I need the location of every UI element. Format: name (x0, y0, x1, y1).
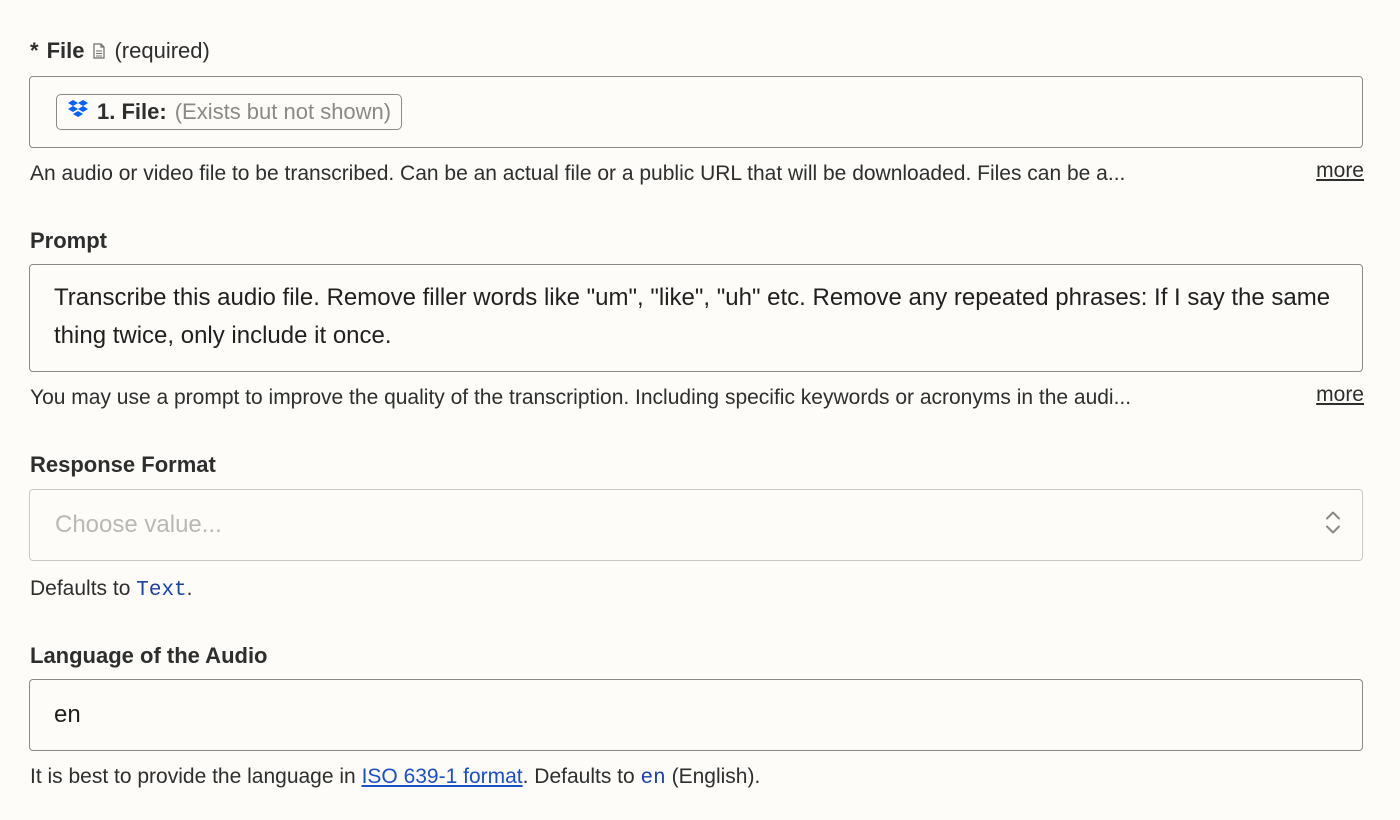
response-format-default-code: Text (136, 579, 187, 602)
language-help-mid: . Defaults to (522, 765, 641, 788)
language-help-prefix: It is best to provide the language in (30, 765, 362, 788)
language-label: Language of the Audio (30, 643, 268, 669)
language-label-text: Language of the Audio (30, 643, 268, 668)
language-help: It is best to provide the language in IS… (30, 765, 760, 790)
language-value: en (54, 701, 81, 728)
file-label: * File (required) (30, 38, 210, 64)
iso-639-1-link[interactable]: ISO 639-1 format (362, 765, 523, 788)
required-asterisk: * (30, 38, 39, 63)
prompt-help-more-link[interactable]: more (1316, 383, 1364, 407)
pill-value: (Exists but not shown) (174, 99, 392, 124)
language-input[interactable]: en (29, 679, 1363, 751)
language-help-suffix: (English). (665, 765, 761, 788)
prompt-help-text: You may use a prompt to improve the qual… (30, 386, 1132, 409)
file-mapped-value-pill[interactable]: 1. File: (Exists but not shown) (56, 94, 403, 130)
chevron-up-down-icon (1324, 508, 1342, 543)
prompt-label-text: Prompt (30, 228, 107, 253)
file-label-text: File (46, 38, 85, 63)
response-format-help: Defaults to Text. (30, 577, 193, 602)
response-format-label: Response Format (30, 452, 216, 478)
response-format-label-text: Response Format (30, 452, 216, 477)
response-format-help-suffix: . (186, 577, 193, 600)
required-text: (required) (114, 38, 210, 63)
response-format-select[interactable]: Choose value... (29, 489, 1363, 561)
dropbox-icon (67, 99, 89, 125)
file-help-text: An audio or video file to be transcribed… (30, 162, 1126, 185)
language-default-code: en (640, 767, 666, 790)
prompt-textarea[interactable]: Transcribe this audio file. Remove fille… (29, 264, 1363, 372)
response-format-help-prefix: Defaults to (30, 577, 137, 600)
file-help-more-link[interactable]: more (1316, 159, 1364, 183)
form-panel: * File (required) 1. File: (Exists but n… (0, 0, 1400, 820)
pill-name: 1. File: (97, 99, 167, 124)
prompt-value: Transcribe this audio file. Remove fille… (54, 284, 1331, 349)
document-icon (92, 43, 106, 59)
file-input[interactable]: 1. File: (Exists but not shown) (29, 76, 1363, 148)
response-format-placeholder: Choose value... (55, 511, 222, 538)
prompt-label: Prompt (30, 228, 107, 254)
